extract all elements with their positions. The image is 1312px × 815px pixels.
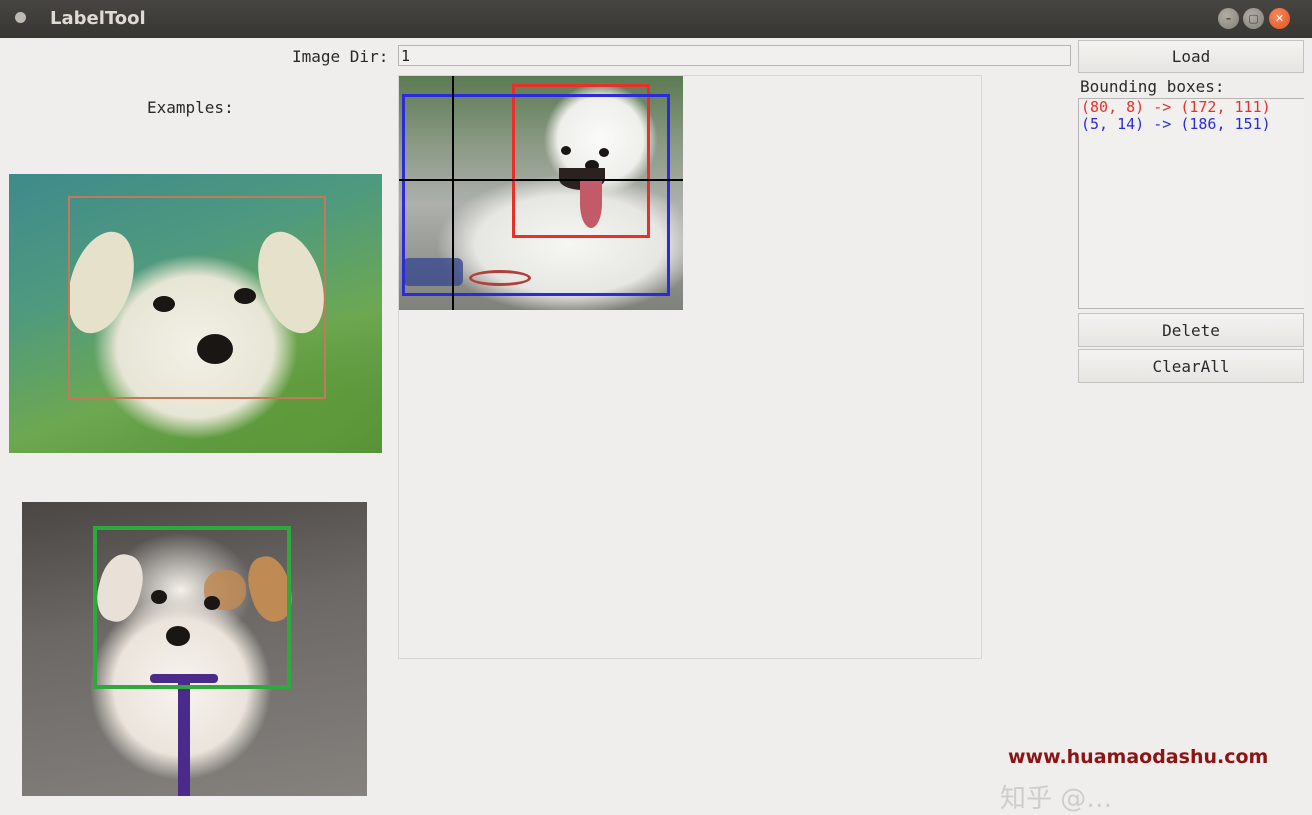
crosshair-horizontal xyxy=(399,179,683,181)
bounding-boxes-label: Bounding boxes: xyxy=(1080,77,1225,96)
minimize-button[interactable]: – xyxy=(1218,8,1239,29)
bounding-boxes-listbox[interactable]: (80, 8) -> (172, 111) (5, 14) -> (186, 1… xyxy=(1078,98,1304,309)
bounding-box-blue[interactable] xyxy=(402,94,670,296)
load-button[interactable]: Load xyxy=(1078,40,1304,73)
leash xyxy=(178,682,190,796)
window-title: LabelTool xyxy=(50,8,146,29)
clear-all-button[interactable]: ClearAll xyxy=(1078,349,1304,383)
bbox-list-item[interactable]: (80, 8) -> (172, 111) xyxy=(1079,99,1304,116)
image-dir-label: Image Dir: xyxy=(292,47,389,66)
image-dir-input[interactable] xyxy=(398,45,1071,66)
bbox-list-item[interactable]: (5, 14) -> (186, 151) xyxy=(1079,116,1304,133)
example-bounding-box xyxy=(68,196,326,399)
annotation-image[interactable] xyxy=(399,76,683,310)
window-titlebar: LabelTool – ▢ ✕ xyxy=(0,0,1312,38)
example-image-puppy-1 xyxy=(9,174,382,453)
maximize-button[interactable]: ▢ xyxy=(1243,8,1264,29)
delete-button[interactable]: Delete xyxy=(1078,313,1304,347)
examples-label: Examples: xyxy=(147,98,234,117)
app-icon xyxy=(15,12,26,23)
watermark-partial: 知乎 @… xyxy=(1000,784,1113,814)
example-bounding-box xyxy=(93,526,291,689)
watermark: www.huamaodashu.com xyxy=(1008,746,1269,768)
crosshair-vertical xyxy=(452,76,454,310)
close-button[interactable]: ✕ xyxy=(1269,8,1290,29)
example-image-puppy-2 xyxy=(22,502,367,796)
